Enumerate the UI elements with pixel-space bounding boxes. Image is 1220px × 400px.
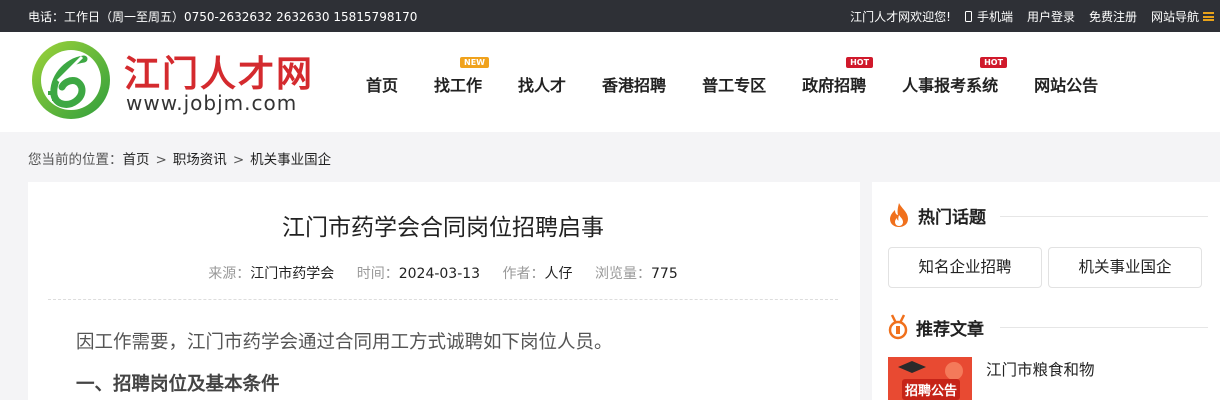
- medal-icon: [888, 314, 908, 340]
- article-panel: 江门市药学会合同岗位招聘启事 来源：江门市药学会 时间：2024-03-13 作…: [28, 182, 860, 400]
- new-badge: NEW: [460, 57, 489, 68]
- topic-gov-enterprise[interactable]: 机关事业国企: [1048, 247, 1202, 288]
- site-header: 江门人才网 www.jobjm.com 首页 找工作 NEW 找人才 香港招聘 普…: [0, 32, 1220, 132]
- login-link[interactable]: 用户登录: [1027, 8, 1075, 25]
- logo-title: 江门人才网: [124, 54, 315, 95]
- article-section-heading: 一、招聘岗位及基本条件: [76, 374, 280, 395]
- recommended-article-thumbnail[interactable]: 招聘公告: [888, 357, 972, 400]
- nav-gov-jobs[interactable]: 政府招聘 HOT: [784, 57, 884, 96]
- nav-general-worker[interactable]: 普工专区: [684, 72, 784, 96]
- main-nav: 首页 找工作 NEW 找人才 香港招聘 普工专区 政府招聘 HOT 人事报考系统 HO…: [348, 57, 1116, 96]
- logo-url: www.jobjm.com: [126, 91, 298, 115]
- top-bar: 电话：工作日（周一至周五）0750-2632632 2632630 158157…: [0, 0, 1220, 32]
- divider: [1000, 327, 1208, 328]
- article-author: 人仔: [544, 266, 573, 282]
- mobile-phone-icon: [964, 11, 972, 22]
- breadcrumb-career-news[interactable]: 职场资讯: [173, 152, 227, 168]
- top-links: 江门人才网欢迎您! 手机端 用户登录 免费注册 网站导航: [850, 8, 1214, 25]
- article-views: 775: [651, 266, 678, 282]
- recommended-title: 推荐文章: [916, 319, 984, 340]
- divider: [48, 299, 838, 300]
- site-logo-icon[interactable]: [30, 39, 112, 121]
- register-link[interactable]: 免费注册: [1089, 8, 1137, 25]
- divider: [1000, 216, 1208, 217]
- welcome-text: 江门人才网欢迎您!: [850, 10, 951, 24]
- contact-phone: 电话：工作日（周一至周五）0750-2632632 2632630 158157…: [28, 10, 418, 24]
- hot-topics-title: 热门话题: [918, 207, 986, 228]
- recommended-header: 推荐文章: [888, 314, 984, 340]
- topic-famous-company-jobs[interactable]: 知名企业招聘: [888, 247, 1042, 288]
- sidebar: 热门话题 知名企业招聘 机关事业国企 推荐文章 招聘公告 江门市粮食和物: [872, 182, 1220, 400]
- nav-hr-exam-system[interactable]: 人事报考系统 HOT: [884, 57, 1016, 96]
- recommended-article-title[interactable]: 江门市粮食和物: [986, 358, 1095, 380]
- breadcrumb: 您当前的位置：首页 > 职场资讯 > 机关事业国企: [28, 152, 332, 168]
- site-nav-link[interactable]: 网站导航: [1151, 8, 1214, 25]
- nav-announcements[interactable]: 网站公告: [1016, 72, 1116, 96]
- article-meta: 来源：江门市药学会 时间：2024-03-13 作者：人仔 浏览量：775: [208, 266, 678, 282]
- nav-home[interactable]: 首页: [348, 72, 416, 96]
- nav-find-job[interactable]: 找工作 NEW: [416, 57, 500, 96]
- hot-badge: HOT: [846, 57, 874, 68]
- nav-find-talent[interactable]: 找人才: [500, 72, 584, 96]
- menu-icon: [1203, 12, 1214, 21]
- breadcrumb-gov-enterprise[interactable]: 机关事业国企: [250, 152, 331, 168]
- article-source: 江门市药学会: [250, 266, 335, 282]
- nav-hk-jobs[interactable]: 香港招聘: [584, 72, 684, 96]
- hot-badge: HOT: [980, 57, 1008, 68]
- article-date: 2024-03-13: [398, 266, 481, 282]
- hot-topics-header: 热门话题: [888, 202, 986, 228]
- article-title: 江门市药学会合同岗位招聘启事: [282, 215, 604, 241]
- breadcrumb-home[interactable]: 首页: [123, 152, 150, 168]
- thumbnail-label: 招聘公告: [902, 379, 961, 400]
- article-paragraph: 因工作需要，江门市药学会通过合同用工方式诚聘如下岗位人员。: [76, 332, 613, 353]
- flame-icon: [890, 203, 908, 227]
- mobile-link[interactable]: 手机端: [964, 8, 1013, 25]
